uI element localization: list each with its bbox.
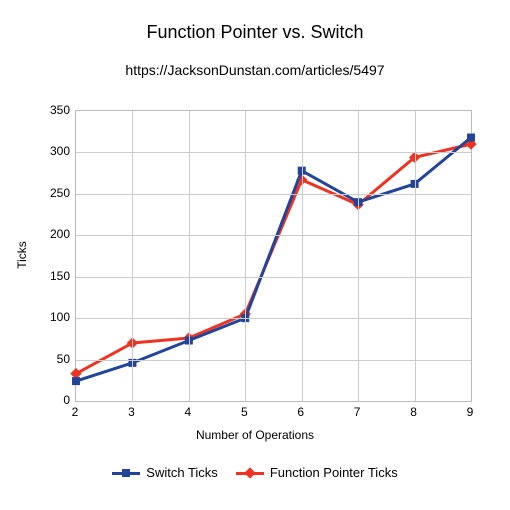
chart-title: Function Pointer vs. Switch: [0, 22, 510, 43]
y-tick-label: 100: [30, 310, 70, 324]
y-tick-label: 50: [30, 352, 70, 366]
grid-h: [76, 360, 471, 361]
chart-subtitle: https://JacksonDunstan.com/articles/5497: [0, 62, 510, 78]
legend-item-switch: Switch Ticks: [112, 465, 218, 480]
plot-area: [75, 110, 472, 402]
y-tick-label: 0: [30, 393, 70, 407]
legend-swatch-fnptr: [236, 466, 264, 480]
y-tick-label: 350: [30, 103, 70, 117]
data-point: [467, 134, 475, 142]
y-axis-label: Ticks: [15, 241, 29, 269]
grid-v: [132, 111, 133, 401]
x-tick-label: 5: [241, 405, 248, 419]
grid-v: [302, 111, 303, 401]
data-point: [72, 377, 80, 385]
x-tick-label: 2: [72, 405, 79, 419]
legend-label-switch: Switch Ticks: [146, 465, 218, 480]
x-tick-label: 8: [410, 405, 417, 419]
y-tick-label: 200: [30, 227, 70, 241]
grid-h: [76, 318, 471, 319]
y-tick-label: 250: [30, 186, 70, 200]
grid-v: [245, 111, 246, 401]
grid-v: [358, 111, 359, 401]
grid-v: [415, 111, 416, 401]
y-tick-label: 150: [30, 269, 70, 283]
chart-lines: [76, 111, 471, 401]
x-tick-label: 3: [128, 405, 135, 419]
grid-h: [76, 194, 471, 195]
grid-h: [76, 152, 471, 153]
grid-h: [76, 277, 471, 278]
y-tick-label: 300: [30, 144, 70, 158]
legend: Switch Ticks Function Pointer Ticks: [0, 465, 510, 480]
legend-label-fnptr: Function Pointer Ticks: [270, 465, 398, 480]
x-tick-label: 4: [185, 405, 192, 419]
x-tick-label: 6: [297, 405, 304, 419]
grid-h: [76, 235, 471, 236]
x-tick-label: 9: [467, 405, 474, 419]
grid-v: [189, 111, 190, 401]
x-tick-label: 7: [354, 405, 361, 419]
series-line: [76, 144, 471, 374]
legend-swatch-switch: [112, 466, 140, 480]
x-axis-label: Number of Operations: [0, 428, 510, 442]
chart-container: Function Pointer vs. Switch https://Jack…: [0, 0, 510, 510]
legend-item-fnptr: Function Pointer Ticks: [236, 465, 398, 480]
